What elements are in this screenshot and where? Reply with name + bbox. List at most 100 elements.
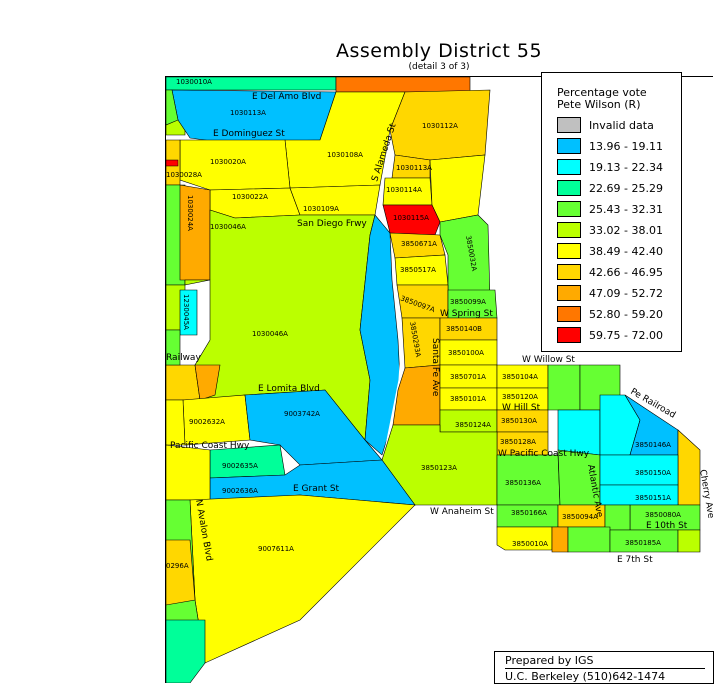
label-3850151A: 3850151A bbox=[635, 494, 671, 502]
street-dominguez: E Dominguez St bbox=[213, 129, 285, 139]
map-title: Assembly District 55 bbox=[335, 40, 543, 62]
precinct-left-lower-ylw bbox=[166, 444, 211, 501]
street-7th: E 7th St bbox=[617, 555, 653, 565]
precinct-red-small bbox=[166, 159, 179, 167]
label-1030108A: 1030108A bbox=[327, 151, 363, 159]
street-san-diego: San Diego Frwy bbox=[297, 219, 367, 229]
precinct-green-col1 bbox=[547, 364, 581, 411]
label-3850010A: 3850010A bbox=[512, 540, 548, 548]
legend-swatch bbox=[557, 222, 581, 238]
label-1230045A: 1230045A bbox=[182, 294, 190, 330]
label-1030046A: 1030046A bbox=[210, 223, 246, 231]
precinct-0296A bbox=[166, 539, 196, 606]
label-3850128A: 3850128A bbox=[500, 438, 536, 446]
legend-label: 38.49 - 42.40 bbox=[589, 245, 663, 258]
legend-label: 25.43 - 32.31 bbox=[589, 203, 663, 216]
legend-label: 19.13 - 22.34 bbox=[589, 161, 663, 174]
legend: Percentage vote Pete Wilson (R) Invalid … bbox=[541, 72, 682, 352]
label-3850130A: 3850130A bbox=[501, 417, 537, 425]
precinct-orange-552 bbox=[551, 526, 569, 553]
legend-label: 52.80 - 59.20 bbox=[589, 308, 663, 321]
label-3850124A: 3850124A bbox=[455, 421, 491, 429]
label-1030020A: 1030020A bbox=[210, 158, 246, 166]
label-3850100A: 3850100A bbox=[448, 349, 484, 357]
precinct-top-orange bbox=[335, 77, 471, 93]
label-1030109A: 1030109A bbox=[303, 205, 339, 213]
legend-label: 59.75 - 72.00 bbox=[589, 329, 663, 342]
label-3850146A: 3850146A bbox=[635, 441, 671, 449]
label-1030112A: 1030112A bbox=[422, 122, 458, 130]
label-1030024A: 1030024A bbox=[186, 195, 194, 231]
street-grant: E Grant St bbox=[293, 484, 340, 494]
map-subtitle: (detail 3 of 3) bbox=[408, 62, 470, 72]
label-3850517A: 3850517A bbox=[400, 266, 436, 274]
label-1030113A-b: 1030113A bbox=[396, 164, 432, 172]
street-pch: Pacific Coast Hwy bbox=[170, 441, 250, 451]
legend-swatch bbox=[557, 138, 581, 154]
street-willow: W Willow St bbox=[522, 355, 575, 365]
precinct-3850177A bbox=[567, 526, 611, 553]
label-3850099A: 3850099A bbox=[450, 298, 486, 306]
label-1030115A: 1030115A bbox=[393, 214, 429, 222]
label-3850140B: 3850140B bbox=[446, 325, 482, 333]
street-spring: W Spring St bbox=[440, 309, 493, 319]
street-pch-w: W Pacific Coast Hwy bbox=[498, 449, 590, 459]
precinct-right-yellow bbox=[429, 154, 486, 223]
legend-title: Percentage vote Pete Wilson (R) bbox=[557, 87, 647, 111]
legend-swatch bbox=[557, 201, 581, 217]
credit-line2: U.C. Berkeley (510)642-1474 bbox=[505, 668, 705, 683]
legend-swatch bbox=[557, 285, 581, 301]
street-lomita: E Lomita Blvd bbox=[258, 384, 320, 394]
legend-label: 42.66 - 46.95 bbox=[589, 266, 663, 279]
street-del-amo: E Del Amo Blvd bbox=[252, 92, 321, 102]
label-1030113A: 1030113A bbox=[230, 109, 266, 117]
label-3850150A: 3850150A bbox=[635, 469, 671, 477]
legend-swatch bbox=[557, 264, 581, 280]
label-9002635A: 9002635A bbox=[222, 462, 258, 470]
label-3850123A: 3850123A bbox=[421, 464, 457, 472]
label-3850185A: 3850185A bbox=[625, 539, 661, 547]
street-10th: E 10th St bbox=[646, 521, 688, 531]
title-box: Assembly District 55 (detail 3 of 3) bbox=[165, 37, 713, 77]
label-1030046A-b: 1030046A bbox=[252, 330, 288, 338]
legend-title-line2: Pete Wilson (R) bbox=[557, 98, 641, 111]
label-1030114A: 1030114A bbox=[386, 186, 422, 194]
label-1030028A: 1030028A bbox=[166, 171, 202, 179]
label-3850080A: 3850080A bbox=[645, 511, 681, 519]
precinct-left-ylw bbox=[166, 399, 186, 446]
label-3850136A: 3850136A bbox=[505, 479, 541, 487]
legend-label: 22.69 - 25.29 bbox=[589, 182, 663, 195]
precinct-1030024A bbox=[179, 184, 211, 281]
label-1030022A: 1030022A bbox=[232, 193, 268, 201]
legend-swatch bbox=[557, 159, 581, 175]
legend-label: 13.96 - 19.11 bbox=[589, 140, 663, 153]
precinct-railway-band bbox=[166, 364, 201, 401]
credit-box: Prepared by IGS U.C. Berkeley (510)642-1… bbox=[494, 651, 714, 684]
label-9002636A: 9002636A bbox=[222, 487, 258, 495]
legend-label: 33.02 - 38.01 bbox=[589, 224, 663, 237]
label-3850671A: 3850671A bbox=[401, 240, 437, 248]
label-3850166A: 3850166A bbox=[511, 509, 547, 517]
label-1030010A: 1030010A bbox=[176, 78, 212, 86]
legend-label: Invalid data bbox=[589, 119, 654, 132]
street-railway: Railway bbox=[166, 353, 201, 363]
credit-line1: Prepared by IGS bbox=[505, 654, 594, 667]
street-anaheim: W Anaheim St bbox=[430, 507, 494, 517]
label-0296A: 0296A bbox=[166, 562, 189, 570]
label-3850120A: 3850120A bbox=[502, 393, 538, 401]
legend-swatch bbox=[557, 117, 581, 133]
label-3850101A: 3850101A bbox=[450, 395, 486, 403]
precinct-bottom-yg bbox=[677, 529, 701, 553]
label-3850701A: 3850701A bbox=[450, 373, 486, 381]
legend-swatch bbox=[557, 180, 581, 196]
legend-swatch bbox=[557, 327, 581, 343]
label-9007611A: 9007611A bbox=[258, 545, 294, 553]
precinct-green-605 bbox=[604, 504, 631, 531]
legend-label: 47.09 - 52.72 bbox=[589, 287, 663, 300]
legend-swatch bbox=[557, 306, 581, 322]
street-santa-fe: Santa Fe Ave bbox=[430, 338, 440, 397]
label-9002632A: 9002632A bbox=[189, 418, 225, 426]
street-hill: W Hill St bbox=[502, 403, 541, 413]
label-3850104A: 3850104A bbox=[502, 373, 538, 381]
legend-swatch bbox=[557, 243, 581, 259]
